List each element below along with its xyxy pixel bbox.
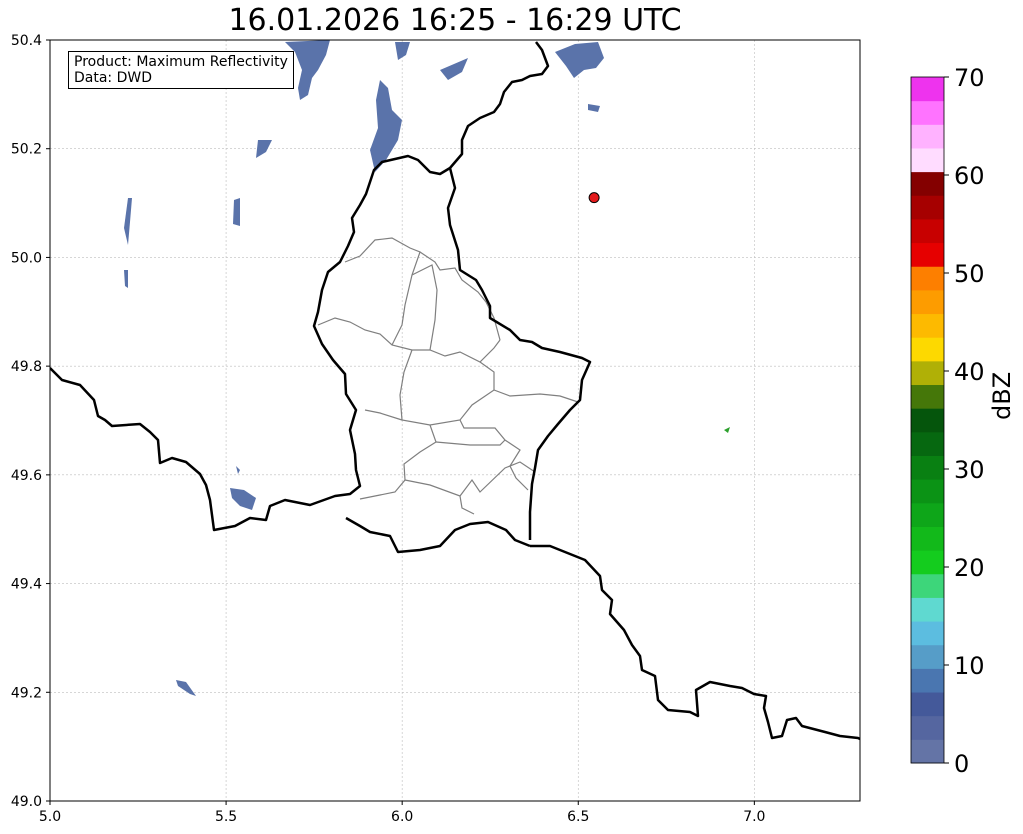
colorbar-segment: [911, 692, 944, 717]
colorbar-segment: [911, 266, 944, 291]
colorbar-segment: [911, 289, 944, 315]
y-tick-label: 49.0: [11, 794, 42, 810]
colorbar-segment: [911, 313, 944, 338]
colorbar-segment: [911, 77, 944, 102]
x-axis: 5.0 5.5 6.0 6.5 7.0: [39, 801, 765, 825]
colorbar-segment: [911, 644, 944, 669]
y-tick-label: 50.2: [11, 142, 42, 158]
colorbar-segment: [911, 621, 944, 646]
colorbar-segment: [911, 455, 944, 480]
colorbar-segment: [911, 147, 944, 173]
colorbar-segment: [911, 242, 944, 267]
colorbar-tick-label: 50: [954, 260, 985, 288]
radar-map: 5.0 5.5 6.0 6.5 7.0 49.0 49.2 49.4 49.6 49.8 50.0…: [11, 33, 985, 825]
x-tick-label: 5.0: [39, 809, 61, 825]
y-tick-label: 49.2: [11, 685, 42, 701]
x-tick-label: 5.5: [215, 809, 237, 825]
colorbar-segment: [911, 715, 944, 740]
colorbar-tick-label: 60: [954, 162, 985, 190]
colorbar-tick-label: 40: [954, 358, 985, 386]
colorbar-segment: [911, 739, 944, 764]
colorbar-segment: [911, 502, 944, 527]
colorbar-tick-label: 70: [954, 64, 985, 92]
colorbar-segment: [911, 218, 944, 244]
radar-echo-west-c: [233, 198, 240, 226]
y-tick-label: 49.4: [11, 577, 42, 593]
y-tick-label: 49.6: [11, 468, 42, 484]
colorbar-tick-label: 0: [954, 750, 969, 778]
colorbar-segment: [911, 384, 944, 409]
colorbar-segment: [911, 360, 944, 386]
colorbar-ticks: 0 10 20 30 40 50 60 70: [944, 64, 985, 778]
colorbar-tick-label: 30: [954, 456, 985, 484]
colorbar-segment: [911, 573, 944, 598]
colorbar-segment: [911, 597, 944, 622]
x-tick-label: 6.5: [567, 809, 589, 825]
data-source-label: Data: DWD: [74, 70, 152, 86]
colorbar: [910, 76, 945, 764]
colorbar-segment: [911, 479, 944, 504]
product-label: Product: Maximum Reflectivity: [74, 54, 288, 70]
product-info-box: Product: Maximum Reflectivity Data: DWD: [68, 51, 294, 89]
colorbar-segment: [911, 526, 944, 551]
colorbar-label: dBZ: [988, 371, 1016, 420]
colorbar-segment: [911, 431, 944, 456]
colorbar-tick-label: 20: [954, 554, 985, 582]
y-tick-label: 50.4: [11, 33, 42, 49]
colorbar-tick-label: 10: [954, 652, 985, 680]
colorbar-segment: [911, 100, 944, 125]
colorbar-segment: [911, 337, 944, 362]
colorbar-segment: [911, 550, 944, 575]
colorbar-segment: [911, 408, 944, 433]
colorbar-segment: [911, 195, 944, 220]
colorbar-segment: [911, 668, 944, 693]
colorbar-segment: [911, 171, 944, 196]
x-tick-label: 6.0: [391, 809, 413, 825]
y-axis: 49.0 49.2 49.4 49.6 49.8 50.0 50.2 50.4: [11, 33, 50, 810]
y-tick-label: 50.0: [11, 250, 42, 266]
colorbar-segment: [911, 124, 944, 149]
x-tick-label: 7.0: [743, 809, 765, 825]
y-tick-label: 49.8: [11, 359, 42, 375]
location-marker: [588, 192, 600, 204]
